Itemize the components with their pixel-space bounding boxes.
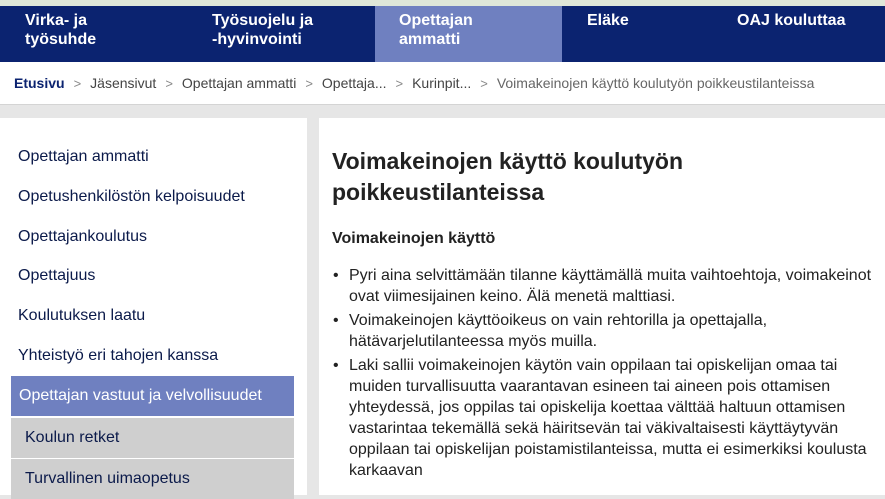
breadcrumb-separator: > [165, 75, 173, 91]
list-item: • Pyri aina selvittämään tilanne käyttäm… [332, 265, 877, 307]
section-heading: Voimakeinojen käyttö [332, 230, 496, 247]
breadcrumb-link-opettaja[interactable]: Opettaja... [322, 75, 387, 91]
sidebar-subitem-koulun-retket[interactable]: Koulun retket [11, 418, 294, 458]
breadcrumb-separator: > [73, 75, 82, 91]
main-content: Voimakeinojen käyttö koulutyön poikkeust… [319, 118, 885, 495]
nav-item-tyosuojelu[interactable]: Työsuojelu ja -hyvinvointi [188, 6, 375, 62]
breadcrumb-current-page: Voimakeinojen käyttö koulutyön poikkeust… [496, 75, 815, 91]
sidebar-item-yhteistyo[interactable]: Yhteistyö eri tahojen kanssa [18, 347, 218, 365]
breadcrumb-link-jasensivut[interactable]: Jäsensivut [90, 75, 156, 91]
breadcrumb: Etusivu > Jäsensivut > Opettajan ammatti… [0, 62, 885, 105]
sidebar-item-vastuut-active[interactable]: Opettajan vastuut ja velvollisuudet [11, 376, 294, 416]
breadcrumb-link-opettajan-ammatti[interactable]: Opettajan ammatti [182, 75, 296, 91]
sidebar-item-kelpoisuudet[interactable]: Opetushenkilöstön kelpoisuudet [18, 188, 245, 206]
bullet-icon: • [333, 357, 339, 374]
nav-item-elake[interactable]: Eläke [562, 6, 723, 62]
nav-item-oaj-kouluttaa[interactable]: OAJ kouluttaa [723, 6, 885, 62]
bullet-icon: • [333, 312, 339, 329]
sidebar-item-opettajankoulutus[interactable]: Opettajankoulutus [18, 228, 147, 246]
list-item-text: Voimakeinojen käyttöoikeus on vain rehto… [349, 312, 768, 350]
breadcrumb-separator: > [305, 75, 313, 91]
list-item: • Voimakeinojen käyttöoikeus on vain reh… [332, 310, 877, 352]
bullet-icon: • [333, 267, 339, 284]
sidebar-navigation: Opettajan ammatti Opetushenkilöstön kelp… [0, 118, 307, 499]
sidebar-item-opettajan-ammatti[interactable]: Opettajan ammatti [18, 148, 149, 166]
sidebar-item-koulutuksen-laatu[interactable]: Koulutuksen laatu [18, 307, 145, 325]
list-item: • Laki sallii voimakeinojen käytön vain … [332, 355, 877, 481]
top-navigation: Virka- ja työsuhde Työsuojelu ja -hyvinv… [0, 6, 885, 62]
breadcrumb-separator: > [480, 75, 488, 91]
breadcrumb-link-kurinpito[interactable]: Kurinpit... [412, 75, 471, 91]
nav-item-virka-ja-tyosuhde[interactable]: Virka- ja työsuhde [0, 6, 188, 62]
list-item-text: Pyri aina selvittämään tilanne käyttämäl… [349, 267, 872, 305]
breadcrumb-home-link[interactable]: Etusivu [14, 75, 65, 91]
sidebar-item-opettajuus[interactable]: Opettajuus [18, 267, 95, 285]
nav-item-opettajan-ammatti[interactable]: Opettajan ammatti [375, 6, 562, 62]
list-item-text: Laki sallii voimakeinojen käytön vain op… [349, 357, 867, 479]
bullet-list: • Pyri aina selvittämään tilanne käyttäm… [332, 265, 877, 484]
page-title: Voimakeinojen käyttö koulutyön poikkeust… [332, 148, 684, 205]
breadcrumb-separator: > [395, 75, 404, 91]
sidebar-subitem-uimaopetus[interactable]: Turvallinen uimaopetus [11, 459, 294, 499]
